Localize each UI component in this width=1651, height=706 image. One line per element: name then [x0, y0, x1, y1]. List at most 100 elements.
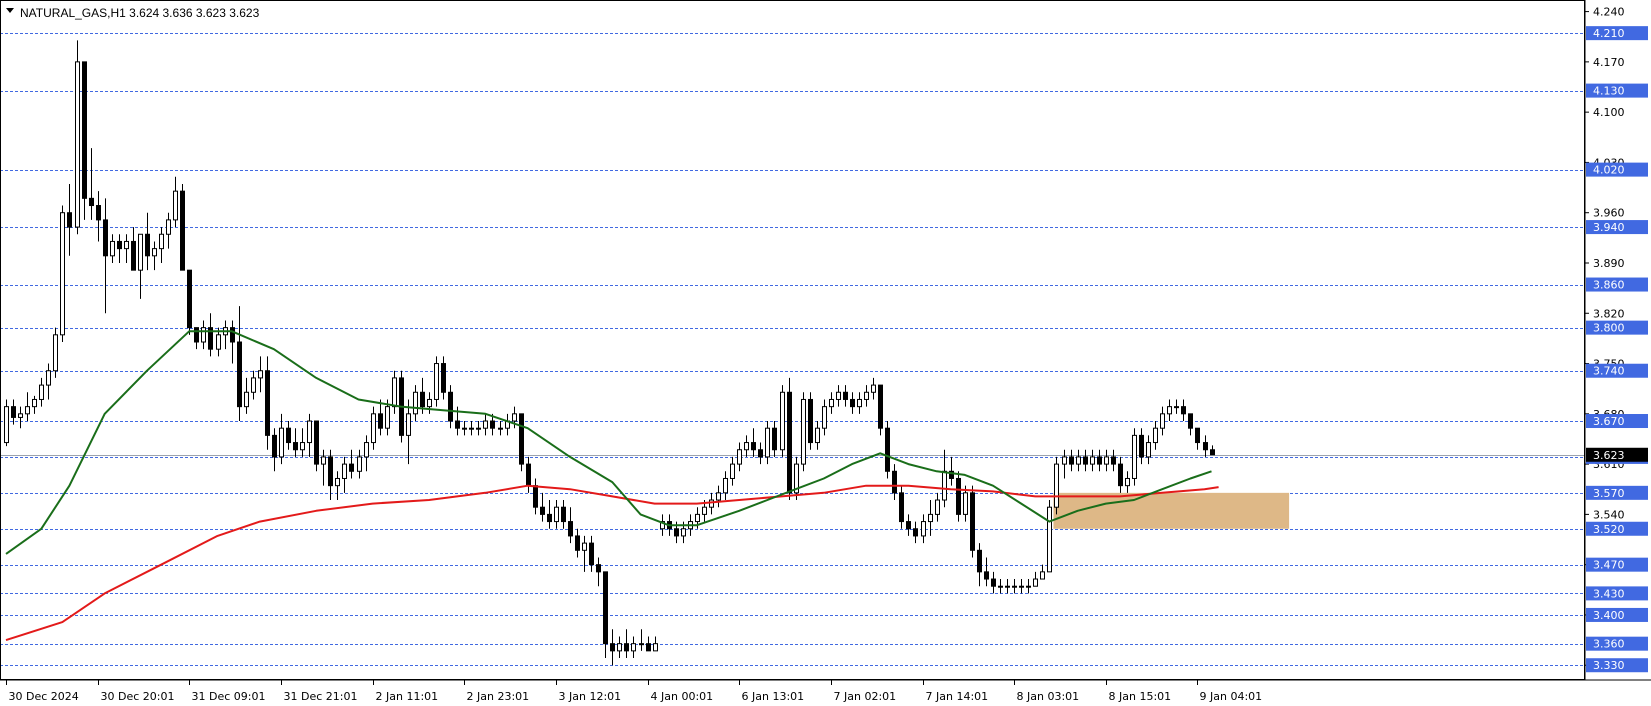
- candle-bull-body: [631, 643, 636, 652]
- candle-bull-body: [18, 413, 23, 418]
- level-price-label: 3.570: [1593, 487, 1625, 500]
- candle-bear-body: [878, 384, 883, 429]
- candle-bull-body: [321, 456, 326, 465]
- candle-bear-body: [286, 427, 291, 444]
- chart[interactable]: 4.2404.1704.1004.0303.9603.8903.8203.750…: [0, 0, 1651, 706]
- candle-bull-body: [864, 391, 869, 400]
- candle-bear-body: [610, 643, 615, 652]
- price-tick-label: 3.540: [1593, 508, 1625, 521]
- candle-bull-body: [836, 391, 841, 400]
- price-tick-label: 4.100: [1593, 106, 1625, 119]
- candle-bull-body: [258, 370, 263, 379]
- candle-bear-body: [328, 456, 333, 487]
- candle-bull-body: [39, 384, 44, 400]
- candle-bull-body: [434, 363, 439, 400]
- candle-bear-body: [899, 492, 904, 523]
- candle-bull-body: [1125, 477, 1130, 487]
- time-tick-label: 30 Dec 20:01: [101, 690, 175, 703]
- candle-bull-body: [1019, 585, 1024, 588]
- candle-bull-body: [166, 219, 171, 235]
- price-zone: [1053, 492, 1290, 529]
- candle-bull-body: [1160, 413, 1165, 429]
- zone-layer: [1053, 492, 1290, 529]
- candle-bull-body: [335, 477, 340, 487]
- candle-bull-body: [639, 643, 644, 646]
- candle-bear-body: [1069, 456, 1074, 465]
- candle-bear-body: [441, 363, 446, 393]
- candle-bull-body: [1167, 406, 1172, 415]
- time-tick-label: 3 Jan 12:01: [559, 690, 622, 703]
- candle-bull-body: [554, 506, 559, 523]
- candle-bull-body: [392, 377, 397, 408]
- candle-bear-body: [117, 240, 122, 250]
- candle-bear-body: [787, 391, 792, 494]
- candle-bear-body: [808, 398, 813, 444]
- candle-bear-body: [378, 413, 383, 429]
- candle-bear-body: [751, 442, 756, 451]
- candle-bear-body: [89, 197, 94, 207]
- candle-bull-body: [1174, 406, 1179, 409]
- time-tick-label: 9 Jan 04:01: [1200, 690, 1263, 703]
- time-tick-label: 7 Jan 02:01: [834, 690, 897, 703]
- candle-bear-body: [272, 434, 277, 458]
- candle-bear-body: [956, 477, 961, 515]
- candle-bear-body: [314, 420, 319, 465]
- candle-bear-body: [906, 521, 911, 530]
- candle-bull-body: [1104, 456, 1109, 465]
- candle-bear-body: [603, 571, 608, 645]
- price-chart-svg[interactable]: 4.2404.1704.1004.0303.9603.8903.8203.750…: [0, 0, 1651, 706]
- candle-bear-body: [490, 420, 495, 429]
- candle-bull-body: [1040, 571, 1045, 580]
- level-price-label: 3.430: [1593, 587, 1625, 600]
- candle-bull-body: [716, 492, 721, 501]
- candle-bear-body: [103, 219, 108, 257]
- candle-bull-body: [582, 542, 587, 551]
- candle-bear-body: [1181, 406, 1186, 415]
- price-tick-label: 3.820: [1593, 307, 1625, 320]
- level-price-label: 3.360: [1593, 638, 1625, 651]
- candle-bull-body: [251, 377, 256, 393]
- candle-bear-body: [265, 370, 270, 436]
- candle-bull-body: [702, 506, 707, 515]
- candle-bull-body: [730, 463, 735, 479]
- candle-bear-body: [519, 413, 524, 465]
- candle-bull-body: [476, 427, 481, 430]
- chart-header: NATURAL_GAS,H1 3.624 3.636 3.623 3.623: [6, 6, 260, 20]
- candle-bear-body: [293, 442, 298, 451]
- candle-bear-body: [540, 506, 545, 515]
- candle-bear-body: [1203, 442, 1208, 451]
- current-price-label: 3.623: [1593, 449, 1625, 462]
- chart-title: NATURAL_GAS,H1 3.624 3.636 3.623 3.623: [20, 6, 260, 20]
- candle-bear-body: [349, 463, 354, 472]
- candle-bull-body: [173, 190, 178, 221]
- time-tick-label: 31 Dec 21:01: [284, 690, 358, 703]
- candle-bull-body: [963, 492, 968, 515]
- candle-bull-body: [32, 398, 37, 408]
- candle-bull-body: [1062, 456, 1067, 465]
- candle-bear-body: [674, 528, 679, 537]
- candle-bear-body: [892, 470, 897, 494]
- price-tick-label: 4.170: [1593, 56, 1625, 69]
- time-tick-label: 7 Jan 14:01: [926, 690, 989, 703]
- candle-bear-body: [145, 233, 150, 257]
- candle-bull-body: [1012, 585, 1017, 588]
- candle-bear-body: [194, 327, 199, 343]
- candle-bull-body: [942, 470, 947, 501]
- candle-bull-body: [159, 233, 164, 250]
- candle-bear-body: [596, 564, 601, 573]
- candle-bull-body: [998, 585, 1003, 588]
- candle-bull-body: [829, 398, 834, 408]
- price-tick-label: 3.960: [1593, 207, 1625, 220]
- candle-bull-body: [1047, 506, 1052, 573]
- level-price-label: 3.330: [1593, 659, 1625, 672]
- candle-bull-body: [780, 391, 785, 451]
- level-price-label: 3.800: [1593, 322, 1625, 335]
- candle-bear-body: [526, 463, 531, 487]
- candle-bull-body: [737, 449, 742, 465]
- candle-bear-body: [991, 578, 996, 587]
- candle-bear-body: [1210, 449, 1215, 456]
- price-tick-label: 4.240: [1593, 6, 1625, 19]
- candle-bull-body: [152, 248, 157, 257]
- candle-bear-body: [575, 535, 580, 551]
- candle-bear-body: [772, 427, 777, 451]
